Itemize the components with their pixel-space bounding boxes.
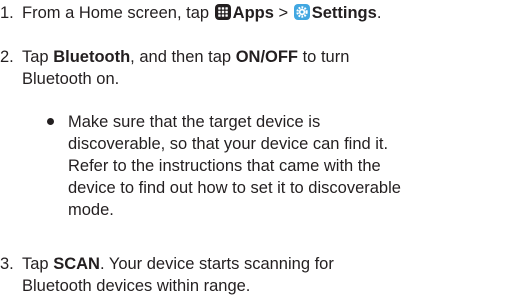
onoff-label: ON/OFF	[235, 48, 299, 66]
step-text: Tap SCAN. Your device starts scanning fo…	[22, 253, 509, 275]
bullet-line: Refer to the instructions that came with…	[68, 157, 381, 175]
step-2-line2: Bluetooth on.	[22, 70, 120, 88]
step-number: 2.	[0, 48, 14, 66]
step-3-line1-post: . Your device starts scanning for	[99, 255, 334, 273]
bullet-line: Make sure that the target device is	[68, 113, 321, 131]
bullet-line: device to find out how to set it to disc…	[68, 179, 401, 197]
apps-grid-icon	[214, 4, 231, 20]
step-2-line1-mid: , and then tap	[130, 48, 236, 66]
step-3-line2: Bluetooth devices within range.	[22, 277, 251, 295]
step-text: From a Home screen, tap Apps > Settings.	[22, 2, 509, 24]
bluetooth-label: Bluetooth	[53, 48, 131, 66]
step-2-line1-post: to turn	[298, 48, 350, 66]
apps-label: Apps	[232, 4, 274, 22]
step-text: Tap Bluetooth, and then tap ON/OFF to tu…	[22, 46, 509, 68]
bullet-line: discoverable, so that your device can fi…	[68, 135, 389, 153]
settings-gear-icon	[293, 4, 310, 20]
step-1-sep: >	[273, 4, 293, 22]
settings-label: Settings	[311, 4, 377, 22]
step-number: 3.	[0, 255, 14, 273]
step-1-pre: From a Home screen, tap	[22, 4, 214, 22]
scan-label: SCAN	[53, 255, 100, 273]
bullet-dot	[47, 118, 54, 125]
step-1-post: .	[376, 4, 382, 22]
step-3-line1-pre: Tap	[22, 255, 54, 273]
bullet-line: mode.	[68, 201, 114, 219]
step-number: 1.	[0, 4, 14, 22]
step-2-line1-pre: Tap	[22, 48, 54, 66]
